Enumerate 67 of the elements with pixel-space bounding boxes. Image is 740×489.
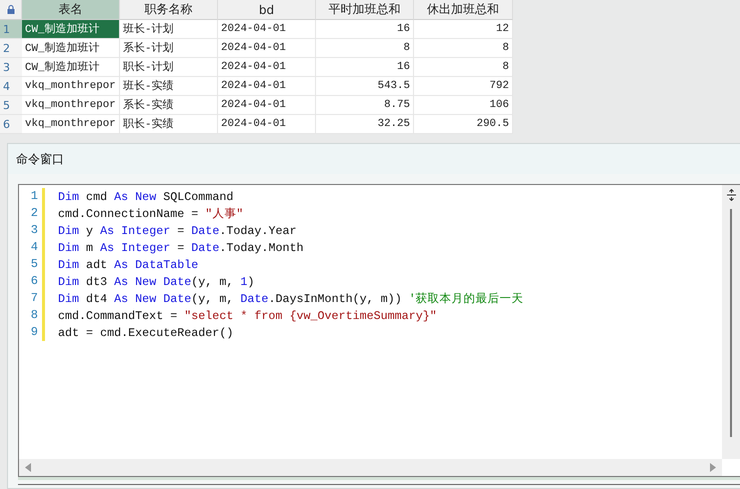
table-cell[interactable]: 2024-04-01 [218,20,316,39]
code-line: Dim dt4 As New Date(y, m, Date.DaysInMonth(y, m)) '获取本月的最后一天 [58,291,524,306]
table-cell[interactable]: 16 [316,58,414,77]
table-cell[interactable]: CW_制造加班计 [22,39,120,58]
table-cell[interactable]: 职长-实绩 [120,115,218,134]
line-number: 6 [19,273,45,290]
scroll-right-icon[interactable] [710,463,716,472]
table-cell[interactable]: 16 [316,20,414,39]
code-line: Dim m As Integer = Date.Today.Month [58,240,304,254]
scroll-thumb[interactable] [730,209,732,437]
table-cell[interactable]: CW_制造加班计 [22,20,120,39]
table-cell[interactable]: 543.5 [316,77,414,96]
table-cell[interactable]: 职长-计划 [120,58,218,77]
row-number[interactable]: 4 [0,77,22,96]
code-editor[interactable] [18,184,740,477]
line-number: 7 [19,290,45,307]
table-cell[interactable]: CW_制造加班计 [22,58,120,77]
line-number: 4 [19,239,45,256]
row-number[interactable]: 2 [0,39,22,58]
vertical-scrollbar[interactable] [722,185,740,459]
line-number: 9 [19,324,45,341]
column-header[interactable]: 表名 [22,0,120,20]
line-number: 3 [19,222,45,239]
table-cell[interactable]: 8 [316,39,414,58]
table-cell[interactable]: 2024-04-01 [218,58,316,77]
code-line: cmd.ConnectionName = "人事" [58,206,244,221]
table-cell[interactable]: 8 [414,58,513,77]
line-number: 5 [19,256,45,273]
code-line: Dim dt3 As New Date(y, m, 1) [58,274,254,288]
table-cell[interactable]: 班长-实绩 [120,77,218,96]
code-line: adt = cmd.ExecuteReader() [58,326,234,340]
code-line: Dim cmd As New SQLCommand [58,190,234,204]
code-line: Dim y As Integer = Date.Today.Year [58,224,296,238]
horizontal-scrollbar[interactable] [19,459,722,476]
table-cell[interactable]: 2024-04-01 [218,77,316,96]
row-number[interactable]: 5 [0,96,22,115]
table-cell[interactable]: 792 [414,77,513,96]
table-cell[interactable]: 系长-实绩 [120,96,218,115]
table-cell[interactable]: 2024-04-01 [218,96,316,115]
column-header[interactable]: 休出加班总和 [414,0,513,20]
line-number: 2 [19,205,45,222]
table-cell[interactable]: vkq_monthrepor [22,115,120,134]
column-header[interactable]: 职务名称 [120,0,218,20]
table-cell[interactable]: 班长-计划 [120,20,218,39]
table-cell[interactable]: 2024-04-01 [218,39,316,58]
line-number: 1 [19,188,45,205]
table-cell[interactable]: 8 [414,39,513,58]
row-number[interactable]: 6 [0,115,22,134]
line-number: 8 [19,307,45,324]
lock-icon [6,5,14,14]
code-line: cmd.CommandText = "select * from {vw_OvertimeSummary}" [58,308,437,322]
table-cell[interactable]: 8.75 [316,96,414,115]
table-cell[interactable]: 12 [414,20,513,39]
window-title: 命令窗口 [16,150,64,168]
column-header[interactable]: bd [218,0,316,20]
split-icon[interactable] [726,189,736,201]
table-cell[interactable]: 系长-计划 [120,39,218,58]
scroll-left-icon[interactable] [25,463,31,472]
table-cell[interactable]: 2024-04-01 [218,115,316,134]
column-header[interactable]: 平时加班总和 [316,0,414,20]
table-cell[interactable]: 290.5 [414,115,513,134]
code-line: Dim adt As DataTable [58,258,198,272]
table-cell[interactable]: vkq_monthrepor [22,96,120,115]
table-cell[interactable]: vkq_monthrepor [22,77,120,96]
row-number[interactable]: 3 [0,58,22,77]
table-cell[interactable]: 32.25 [316,115,414,134]
table-cell[interactable]: 106 [414,96,513,115]
